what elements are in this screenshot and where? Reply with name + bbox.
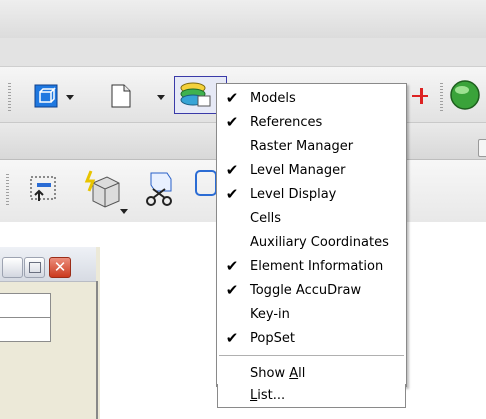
new-file-icon [111, 84, 131, 108]
menu-item-level-display[interactable]: ✔ Level Display [217, 183, 406, 207]
floating-dialog: ✕ [0, 247, 100, 419]
chevron-down-icon[interactable] [157, 95, 165, 100]
menu-item-references[interactable]: ✔ References [217, 111, 406, 135]
cut-button[interactable] [140, 168, 178, 210]
lightning-cube-button[interactable] [80, 168, 126, 210]
menu-item-toggle-accudraw[interactable]: ✔ Toggle AccuDraw [217, 279, 406, 303]
tab-edge[interactable] [478, 139, 486, 157]
checkmark-icon [223, 137, 241, 155]
menu-item-label: PopSet [250, 331, 295, 346]
menu-item-label: List... [250, 388, 286, 403]
view-cube-icon [34, 84, 58, 108]
view-cube-button[interactable] [33, 82, 59, 110]
close-icon: ✕ [53, 258, 67, 276]
menu-item-raster-manager[interactable]: Raster Manager [217, 135, 406, 159]
checkmark-icon: ✔ [225, 329, 239, 347]
menu-item-label: Element Information [250, 259, 384, 274]
checkmark-icon: ✔ [225, 113, 239, 131]
checkmark-icon [223, 209, 241, 227]
toolbar-grip[interactable] [6, 174, 9, 206]
toolbar-grip[interactable] [8, 83, 11, 111]
new-file-button[interactable] [108, 82, 134, 110]
place-button[interactable] [27, 170, 59, 206]
menu-item-label: Level Display [250, 187, 337, 202]
menu-item-label: Key-in [250, 307, 290, 322]
checkmark-icon [223, 233, 241, 251]
lightning-cube-icon [84, 170, 120, 208]
menu-item-label: Models [250, 91, 296, 106]
checkmark-icon: ✔ [225, 161, 239, 179]
cut-icon [146, 172, 172, 206]
menu-item-label: Auxiliary Coordinates [250, 235, 389, 250]
menu-item-popset[interactable]: ✔ PopSet [217, 327, 406, 351]
checkmark-icon: ✔ [225, 281, 239, 299]
menu-item-label: Raster Manager [250, 139, 354, 154]
menu-item-show-all[interactable]: Show All [217, 362, 406, 386]
toolbar-grip[interactable] [440, 83, 443, 111]
menu-item-key-in[interactable]: Key-in [217, 303, 406, 327]
place-icon [30, 176, 56, 201]
menu-strip [0, 38, 486, 67]
partial-tool-icon[interactable] [195, 170, 217, 196]
maximize-icon [29, 262, 41, 273]
menu-item-list[interactable]: List... [217, 384, 406, 408]
dialog-field[interactable] [0, 317, 51, 342]
maximize-button[interactable] [24, 257, 45, 278]
menu-item-label: References [250, 115, 323, 130]
checkmark-icon [223, 305, 241, 323]
title-strip [0, 0, 486, 39]
globe-icon [450, 80, 480, 110]
menu-item-element-information[interactable]: ✔ Element Information [217, 255, 406, 279]
globe-button[interactable] [448, 79, 482, 111]
layers-button[interactable] [174, 76, 216, 114]
menu-item-label: Level Manager [250, 163, 346, 178]
chevron-down-icon[interactable] [120, 209, 128, 214]
menu-item-label: Toggle AccuDraw [250, 283, 362, 298]
chevron-down-icon[interactable] [66, 95, 74, 100]
menu-item-level-manager[interactable]: ✔ Level Manager [217, 159, 406, 183]
menu-item-label: Cells [250, 211, 282, 226]
menu-item-cells[interactable]: Cells [217, 207, 406, 231]
red-plus-icon[interactable] [412, 86, 430, 106]
menu-item-models[interactable]: ✔ Models [217, 87, 406, 111]
dialog-body [0, 281, 98, 419]
checkmark-icon: ✔ [225, 257, 239, 275]
dialog-titlebar[interactable]: ✕ [0, 247, 96, 282]
minimize-button[interactable] [2, 257, 23, 278]
checkmark-icon: ✔ [225, 89, 239, 107]
menu-item-label: Show All [250, 366, 306, 381]
close-button[interactable]: ✕ [49, 257, 71, 278]
toolbar-context-menu: ✔ Models ✔ References Raster Manager ✔ L… [216, 83, 407, 387]
dialog-field[interactable] [0, 293, 51, 318]
menu-separator [219, 355, 404, 356]
checkmark-icon: ✔ [225, 185, 239, 203]
menu-item-auxiliary-coordinates[interactable]: Auxiliary Coordinates [217, 231, 406, 255]
layers-icon [180, 82, 211, 107]
